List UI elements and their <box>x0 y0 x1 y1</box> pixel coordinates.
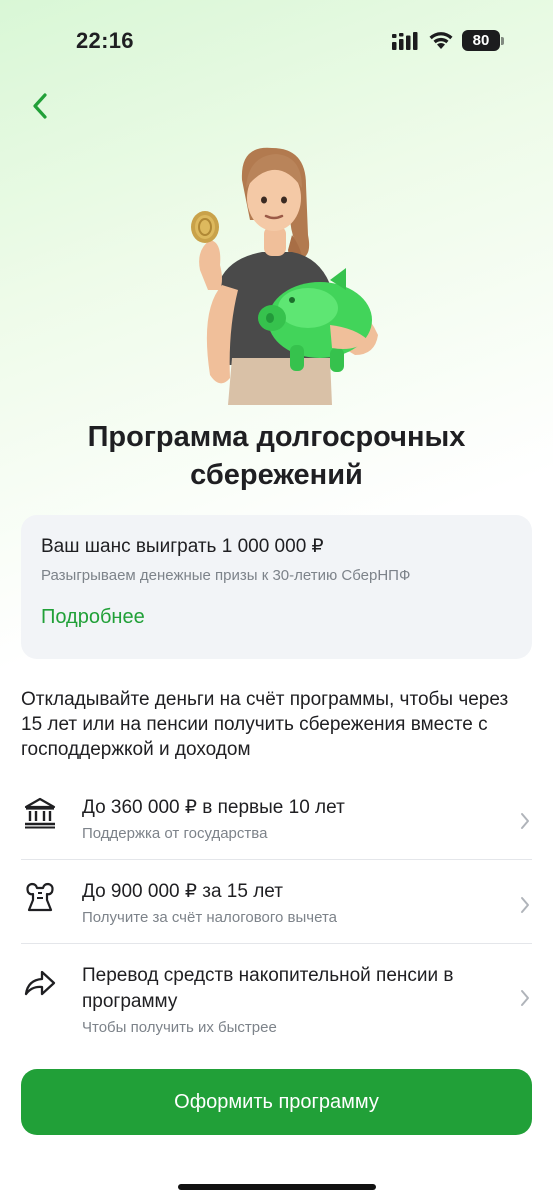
benefit-subtitle: Поддержка от государства <box>82 825 268 842</box>
signal-icon <box>392 32 418 50</box>
apply-program-button[interactable]: Оформить программу <box>21 1069 532 1135</box>
battery-icon: 80 <box>462 30 500 51</box>
promo-card[interactable]: Ваш шанс выиграть 1 000 000 ₽ Разыгрывае… <box>21 515 532 659</box>
program-description: Откладывайте деньги на счёт программы, ч… <box>21 689 509 760</box>
benefit-subtitle: Чтобы получить их быстрее <box>82 1019 277 1036</box>
chevron-right-icon <box>521 813 529 829</box>
tax-deduction-icon <box>26 882 54 912</box>
chevron-right-icon <box>521 897 529 913</box>
screen: 22:16 80 Программа долгосрочных сбережен… <box>0 0 553 1200</box>
home-indicator <box>178 1184 376 1190</box>
promo-subtitle: Разыгрываем денежные призы к 30-летию Сб… <box>41 567 411 584</box>
benefit-item-pension-transfer[interactable]: Перевод средств накопительной пенсии в п… <box>21 944 532 1054</box>
back-button[interactable] <box>20 86 60 126</box>
battery-level: 80 <box>472 32 490 49</box>
page-title: Программа долгосрочных сбережений <box>87 421 466 491</box>
wifi-icon <box>429 32 453 49</box>
transfer-arrow-icon <box>24 970 56 996</box>
promo-title: Ваш шанс выиграть 1 000 000 ₽ <box>41 536 324 557</box>
chevron-right-icon <box>521 990 529 1006</box>
status-bar: 22:16 80 <box>0 0 553 80</box>
benefit-item-state-support[interactable]: До 360 000 ₽ в первые 10 лет Поддержка о… <box>21 780 532 860</box>
benefit-title: До 360 000 ₽ в первые 10 лет <box>82 797 345 818</box>
bank-icon <box>24 797 56 829</box>
hero-illustration <box>191 147 378 405</box>
battery-tip <box>501 37 504 45</box>
chevron-left-icon <box>33 93 47 119</box>
benefit-list: До 360 000 ₽ в первые 10 лет Поддержка о… <box>21 780 532 1054</box>
promo-details-link[interactable]: Подробнее <box>41 606 145 629</box>
benefit-item-tax-deduction[interactable]: До 900 000 ₽ за 15 лет Получите за счёт … <box>21 860 532 944</box>
status-time: 22:16 <box>76 28 134 53</box>
benefit-title: До 900 000 ₽ за 15 лет <box>82 881 283 902</box>
benefit-subtitle: Получите за счёт налогового вычета <box>82 909 337 926</box>
benefit-title: Перевод средств накопительной пенсии в п… <box>82 965 454 1012</box>
